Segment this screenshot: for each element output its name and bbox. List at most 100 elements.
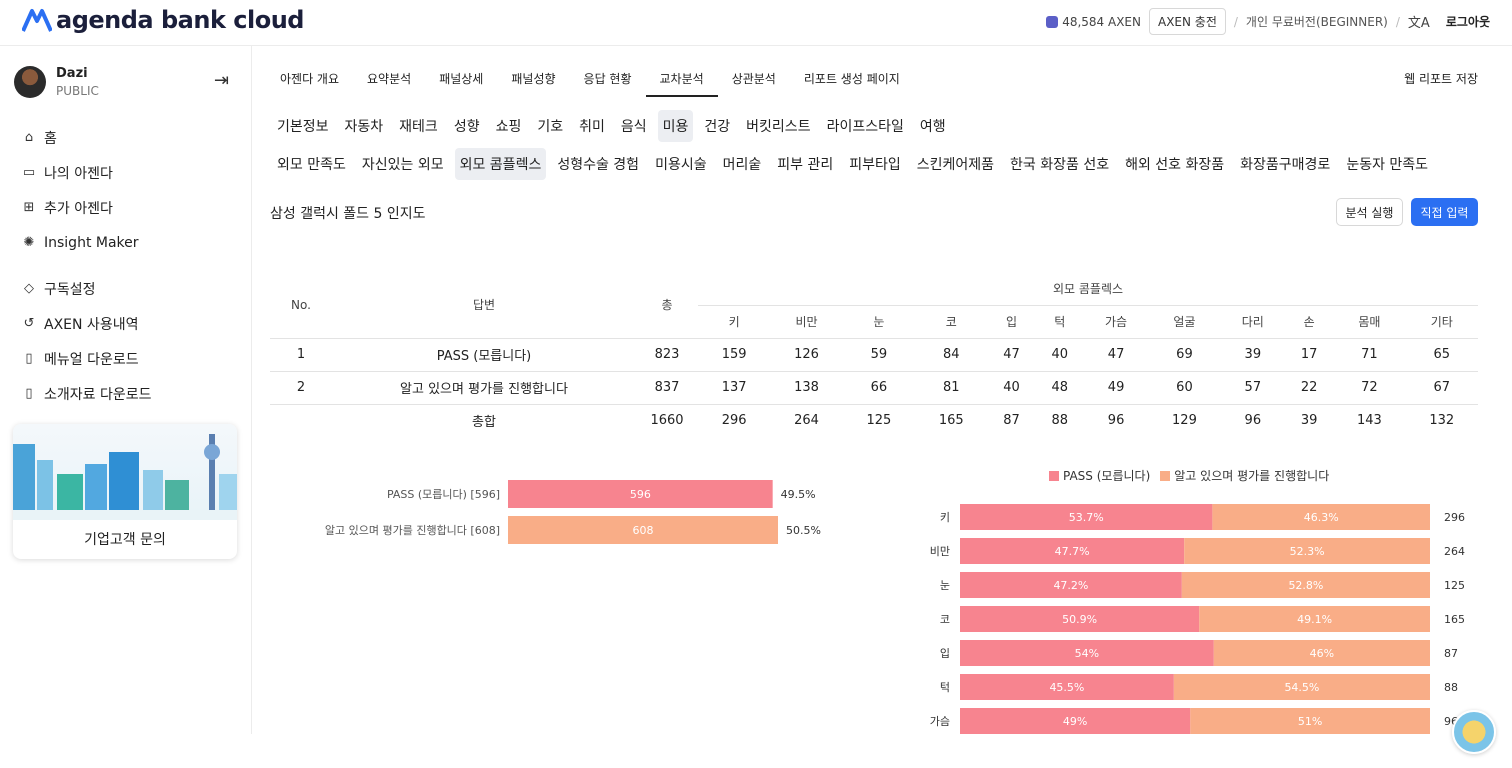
tab-6[interactable]: 상관분석 <box>718 62 790 97</box>
col-header-cat: 가슴 <box>1083 304 1149 338</box>
sidebar-item-subscription[interactable]: ◇ 구독설정 <box>22 271 152 306</box>
cell-value: 264 <box>770 403 843 437</box>
stack-total-label: 264 <box>1444 545 1465 558</box>
subcategory-chip-5[interactable]: 머리숱 <box>718 148 767 180</box>
cell-total: 837 <box>636 370 698 404</box>
cell-value: 71 <box>1333 337 1406 371</box>
cell-value: 125 <box>842 403 916 437</box>
subcategory-chip-9[interactable]: 한국 화장품 선호 <box>1005 148 1114 180</box>
logout-link[interactable]: 로그아웃 <box>1446 13 1490 30</box>
enterprise-promo-card[interactable]: 기업고객 문의 <box>13 424 237 559</box>
tab-7[interactable]: 리포트 생성 페이지 <box>790 62 914 97</box>
folder-plus-icon: ⊞ <box>23 200 35 215</box>
category-chip-6[interactable]: 취미 <box>574 110 610 142</box>
category-chip-8[interactable]: 미용 <box>657 110 694 142</box>
subcategory-chip-8[interactable]: 스킨케어제품 <box>912 148 999 180</box>
subcategory-chip-0[interactable]: 외모 만족도 <box>272 148 351 180</box>
cell-total: 1660 <box>636 403 698 437</box>
col-header-no: No. <box>291 297 311 312</box>
table-row: 2 알고 있으며 평가를 진행합니다 837 137 138 66 81 40 48 49 60 57… <box>270 370 1478 404</box>
col-header-cat: 얼굴 <box>1148 304 1221 338</box>
subcategory-chip-2[interactable]: 외모 콤플렉스 <box>454 148 547 180</box>
subcategory-chip-11[interactable]: 화장품구매경로 <box>1235 148 1335 180</box>
cell-value: 59 <box>842 337 916 371</box>
subcategory-chip-10[interactable]: 해외 선호 화장품 <box>1120 148 1229 180</box>
subcategory-chip-1[interactable]: 자신있는 외모 <box>357 148 449 180</box>
direct-input-button[interactable]: 직접 입력 <box>1411 198 1478 226</box>
cell-value: 165 <box>915 403 988 437</box>
category-chip-4[interactable]: 쇼핑 <box>491 110 527 142</box>
cell-value: 143 <box>1333 403 1406 437</box>
sidebar-item-add-agenda[interactable]: ⊞ 추가 아젠다 <box>22 190 152 225</box>
book-open-icon: ▯ <box>25 386 33 401</box>
tab-5[interactable]: 교차분석 <box>645 62 718 97</box>
avatar[interactable] <box>14 66 46 98</box>
cell-value: 17 <box>1285 337 1334 371</box>
sidebar-item-home[interactable]: ⌂ 홈 <box>22 120 152 155</box>
tab-3[interactable]: 패널성향 <box>497 62 569 97</box>
sidebar: Dazi PUBLIC ⇥ ⌂ 홈 ▭ 나의 아젠다 ⊞ 추가 아젠다 ✺ Insigh… <box>0 46 252 734</box>
sidebar-item-my-agenda[interactable]: ▭ 나의 아젠다 <box>22 155 152 190</box>
sidebar-item-label: AXEN 사용내역 <box>44 316 139 333</box>
subcategory-chip-12[interactable]: 눈동자 만족도 <box>1341 148 1433 180</box>
cell-value: 67 <box>1405 370 1478 404</box>
logout-icon[interactable]: ⇥ <box>214 70 229 91</box>
stack-segment-label: 49% <box>1063 715 1087 728</box>
stack-total-label: 165 <box>1444 613 1465 626</box>
logo-mark-icon <box>22 9 52 32</box>
subcategory-chip-7[interactable]: 피부타입 <box>844 148 906 180</box>
cell-value: 49 <box>1083 370 1149 404</box>
category-chip-10[interactable]: 버킷리스트 <box>741 110 815 142</box>
category-chip-9[interactable]: 건강 <box>699 110 735 142</box>
save-web-report-button[interactable]: 웹 리포트 저장 <box>1404 70 1478 87</box>
stack-segment-label: 47.7% <box>1055 545 1090 558</box>
bar-value-label: 608 <box>633 524 654 537</box>
category-chip-11[interactable]: 라이프스타일 <box>822 110 909 142</box>
subcategory-chip-4[interactable]: 미용시술 <box>650 148 712 180</box>
tab-0[interactable]: 아젠다 개요 <box>266 62 353 97</box>
stack-segment-label: 51% <box>1298 715 1322 728</box>
category-chip-2[interactable]: 재테크 <box>394 110 443 142</box>
tab-4[interactable]: 응답 현황 <box>570 62 646 97</box>
cell-no: 2 <box>270 370 332 404</box>
stack-category-label: 가슴 <box>930 715 950 728</box>
stack-segment-label: 47.2% <box>1053 579 1088 592</box>
stack-category-label: 코 <box>940 613 950 626</box>
col-header-total: 총 <box>661 298 673 313</box>
stack-total-label: 296 <box>1444 511 1465 524</box>
legend-swatch <box>1049 471 1059 481</box>
category-chip-1[interactable]: 자동차 <box>340 110 389 142</box>
legend-label: PASS (모릅니다) <box>1063 469 1151 483</box>
subcategory-chip-3[interactable]: 성형수술 경험 <box>552 148 644 180</box>
category-chip-5[interactable]: 기호 <box>532 110 568 142</box>
cell-value: 47 <box>1083 337 1149 371</box>
tab-1[interactable]: 요약분석 <box>353 62 425 97</box>
help-chat-button[interactable] <box>1452 710 1496 754</box>
run-analysis-button[interactable]: 분석 실행 <box>1336 198 1403 226</box>
brand-logo[interactable]: agenda bank cloud <box>22 6 304 34</box>
sidebar-item-insight-maker[interactable]: ✺ Insight Maker <box>22 225 152 260</box>
sidebar-item-intro-download[interactable]: ▯ 소개자료 다운로드 <box>22 376 151 411</box>
crosstab-table: No. 답변 총 외모 콤플렉스 키 비만 눈 코 입 턱 가슴 얼굴 다리 손 몸매 기타 1 PAS… <box>270 272 1478 437</box>
history-icon: ↺ <box>23 316 35 331</box>
sidebar-item-axen-history[interactable]: ↺ AXEN 사용내역 <box>22 306 152 341</box>
category-chip-0[interactable]: 기본정보 <box>272 110 334 142</box>
cell-value: 88 <box>1035 403 1084 437</box>
axen-charge-button[interactable]: AXEN 충전 <box>1148 8 1226 35</box>
col-header-cat: 기타 <box>1405 304 1478 338</box>
category-chip-3[interactable]: 성향 <box>449 110 485 142</box>
sidebar-item-manual-download[interactable]: ▯ 메뉴얼 다운로드 <box>22 341 152 376</box>
subcategory-chip-6[interactable]: 피부 관리 <box>772 148 838 180</box>
cell-value: 48 <box>1035 370 1084 404</box>
cell-total-label: 총합 <box>332 403 636 437</box>
sidebar-item-label: 구독설정 <box>44 281 96 298</box>
stack-total-label: 87 <box>1444 647 1458 660</box>
category-chip-12[interactable]: 여행 <box>915 110 951 142</box>
cell-value: 137 <box>698 370 771 404</box>
col-header-cat: 코 <box>915 304 988 338</box>
translate-icon[interactable]: 文A <box>1408 12 1430 31</box>
cell-value: 57 <box>1220 370 1286 404</box>
stacked-bar-chart: 키 53.7% 46.3% 296 비만 47.7% 52.3% 264 눈 47.2% 52.8%… <box>930 504 1465 734</box>
category-chip-7[interactable]: 음식 <box>616 110 652 142</box>
tab-2[interactable]: 패널상세 <box>425 62 497 97</box>
